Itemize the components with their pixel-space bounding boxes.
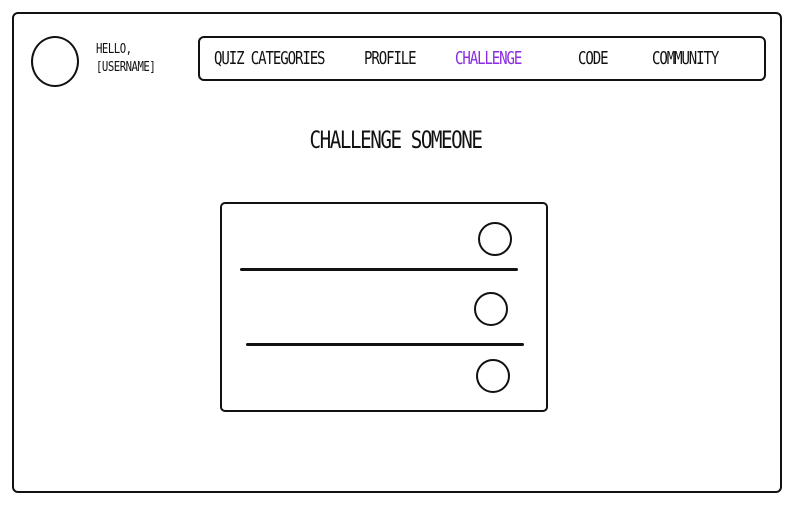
nav-item-quiz-categories[interactable]: QUIZ CATEGORIES (214, 48, 326, 70)
opponent-option-1-radio[interactable] (478, 222, 512, 256)
challenge-opponent-list (220, 202, 548, 412)
opponent-option-2-radio[interactable] (474, 292, 508, 326)
greeting-hello: HELLO, (96, 42, 132, 57)
opponent-divider-2 (246, 343, 524, 346)
top-navigation: QUIZ CATEGORIES PROFILE CHALLENGE CODE C… (198, 36, 766, 81)
opponent-option-3-radio[interactable] (476, 359, 510, 393)
greeting-username: [USERNAME] (96, 60, 156, 75)
opponent-divider-1 (240, 268, 518, 271)
nav-item-code[interactable]: CODE (578, 48, 609, 70)
page-title-text: CHALLENGE SOMEONE (309, 126, 482, 154)
avatar[interactable] (31, 36, 79, 87)
user-greeting: HELLO, [USERNAME] (96, 41, 156, 77)
nav-item-community[interactable]: COMMUNITY (652, 48, 719, 70)
page-title: CHALLENGE SOMEONE (0, 126, 791, 154)
nav-item-profile[interactable]: PROFILE (364, 48, 417, 70)
nav-item-challenge[interactable]: CHALLENGE (455, 48, 522, 70)
